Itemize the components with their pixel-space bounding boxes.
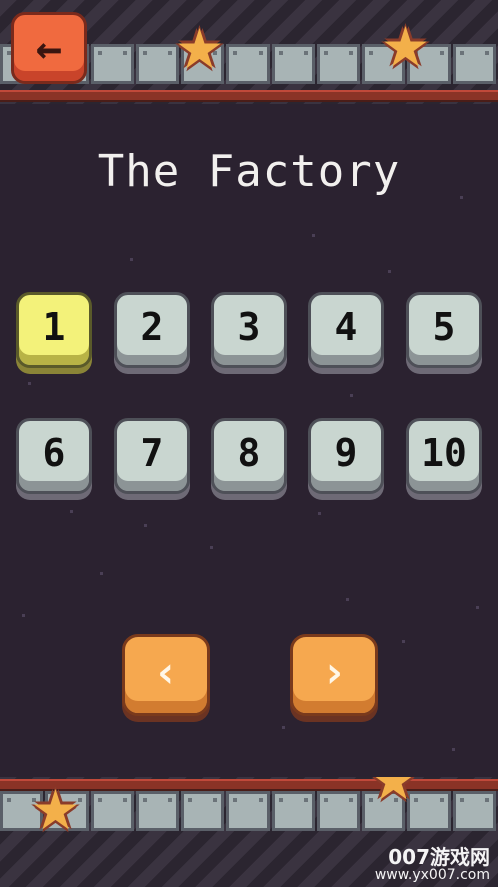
star-icon: ★ — [32, 777, 79, 849]
level-button-9[interactable]: 9 — [308, 418, 384, 494]
previous-page-button[interactable]: ‹ — [122, 634, 210, 716]
level-button-8[interactable]: 8 — [211, 418, 287, 494]
star-icon: ★ — [176, 0, 223, 88]
next-page-button[interactable]: › — [290, 634, 378, 716]
level-button-1[interactable]: 1 — [16, 292, 92, 368]
level-button-4[interactable]: 4 — [308, 292, 384, 368]
arrow-left-icon: ← — [35, 22, 63, 74]
star-icon: ★ — [370, 777, 417, 813]
back-button[interactable]: ← — [11, 12, 87, 84]
watermark: 007游戏网 www.yx007.com — [374, 844, 490, 883]
level-button-3[interactable]: 3 — [211, 292, 287, 368]
level-button-6[interactable]: 6 — [16, 418, 92, 494]
level-button-10[interactable]: 10 — [406, 418, 482, 494]
page-title: The Factory — [97, 146, 401, 197]
level-button-5[interactable]: 5 — [406, 292, 482, 368]
level-button-2[interactable]: 2 — [114, 292, 190, 368]
star-icon: ★ — [382, 0, 429, 86]
level-button-7[interactable]: 7 — [114, 418, 190, 494]
chevron-left-icon: ‹ — [152, 647, 180, 698]
chevron-right-icon: › — [320, 647, 348, 698]
